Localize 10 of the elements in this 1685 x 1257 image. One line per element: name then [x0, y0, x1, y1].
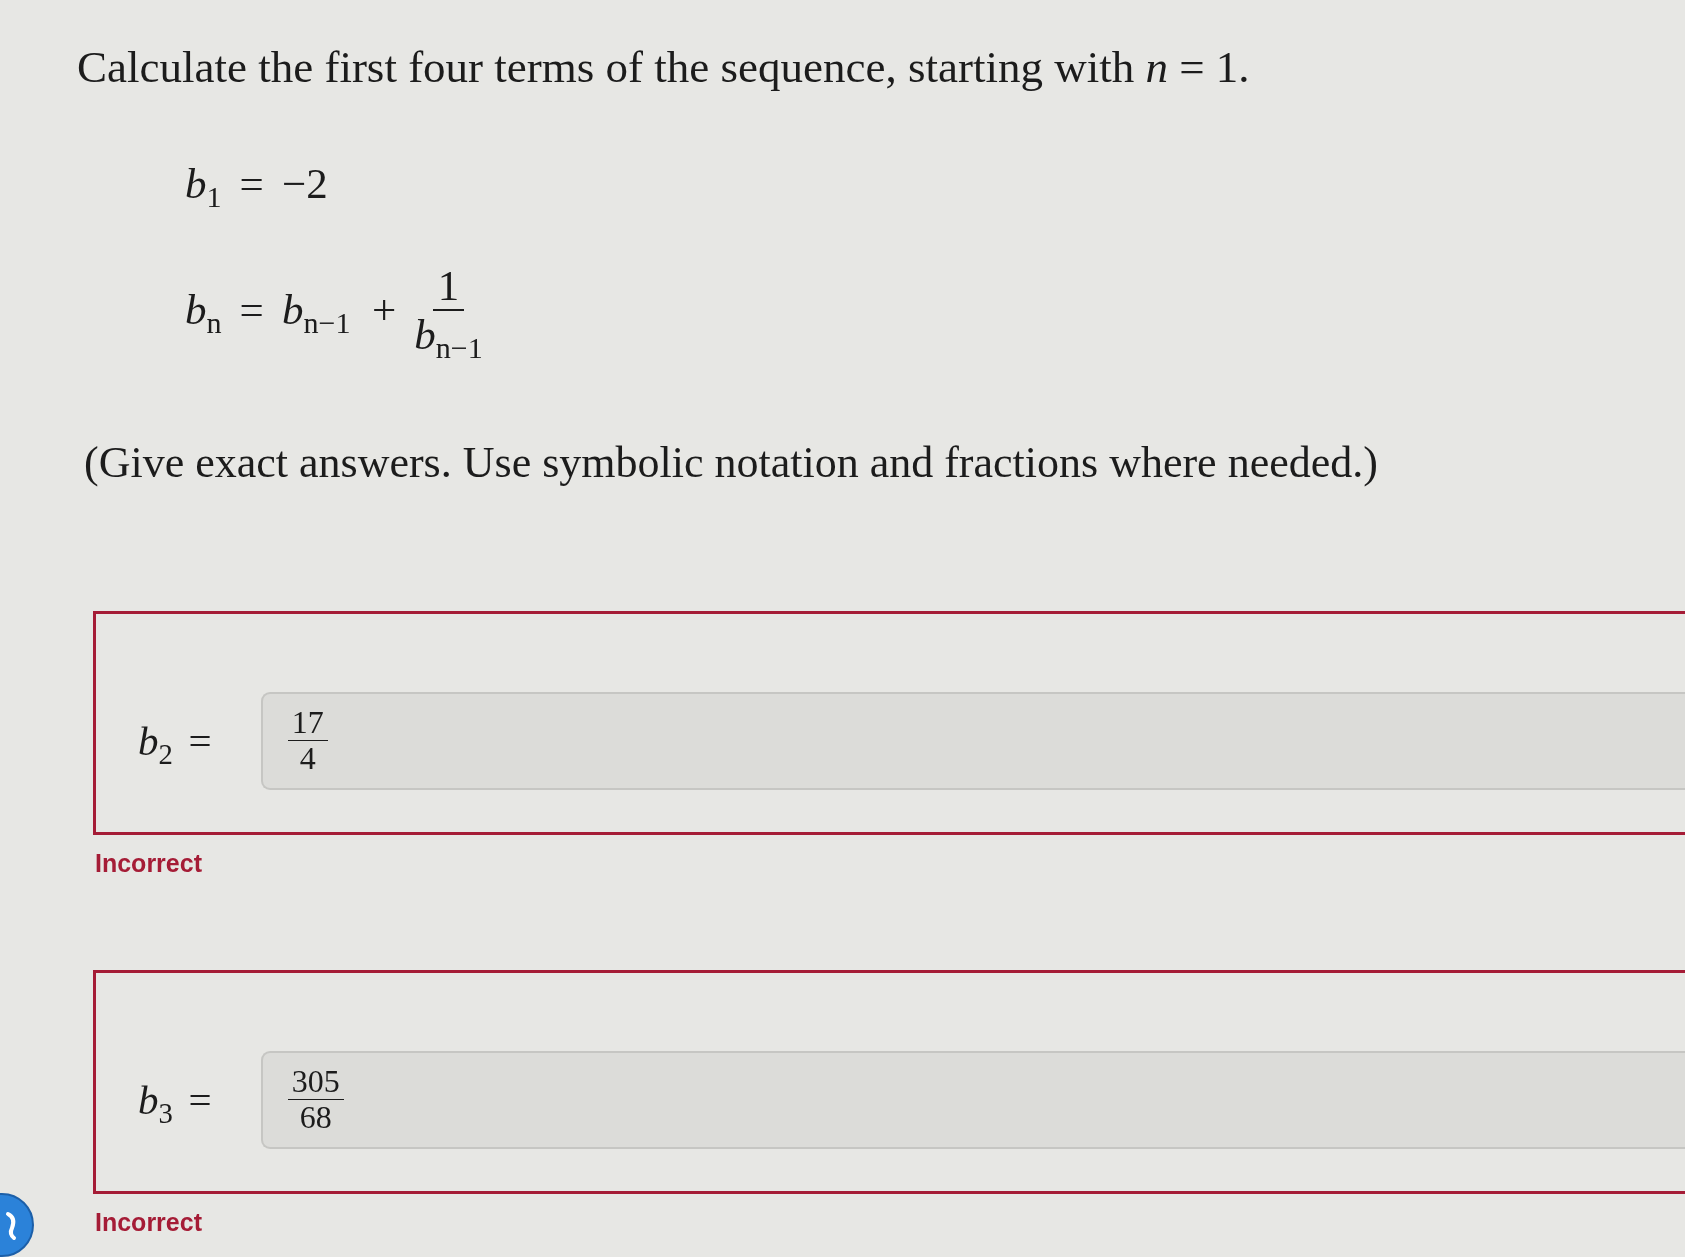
instructions-text: (Give exact answers. Use symbolic notation and fractions where needed.)	[84, 436, 1378, 489]
equation-text: b$_{1}$ = −2	[185, 159, 329, 210]
feedback-text: Incorrect	[95, 847, 202, 878]
answer-label: b$_{2}$ =	[138, 716, 213, 766]
answer-field[interactable]: 17 4	[261, 691, 1685, 790]
equation-text: b$_{n}$ = b$_{n−1}$ + 1 b$_{n−1}$	[185, 262, 484, 359]
question-text: Calculate the first four terms of the sequence, starting with n = 1.	[77, 42, 1250, 92]
answer-field[interactable]: 305 68	[261, 1050, 1685, 1149]
answer-label: b$_{3}$ =	[138, 1075, 213, 1125]
feedback-text: Incorrect	[95, 1206, 202, 1237]
